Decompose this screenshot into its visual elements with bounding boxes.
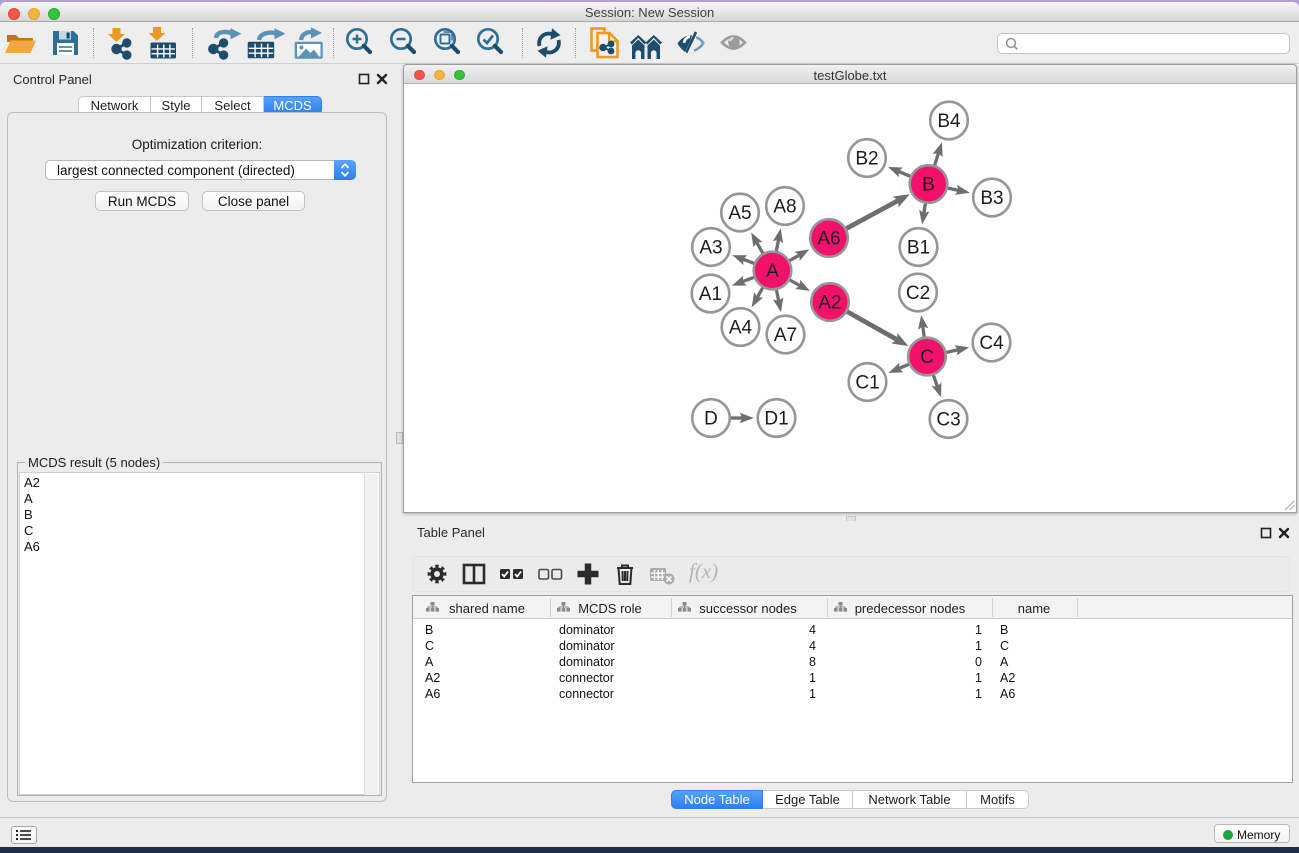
svg-text:B: B — [922, 175, 935, 196]
svg-text:A6: A6 — [817, 229, 840, 250]
svg-text:C3: C3 — [936, 410, 960, 431]
svg-text:A8: A8 — [773, 197, 796, 218]
svg-text:C4: C4 — [979, 333, 1004, 354]
svg-text:A: A — [766, 261, 779, 282]
svg-text:A7: A7 — [774, 325, 797, 346]
svg-text:A5: A5 — [728, 203, 751, 224]
svg-text:B1: B1 — [907, 238, 930, 259]
svg-text:A3: A3 — [699, 238, 722, 259]
svg-text:D1: D1 — [764, 409, 788, 430]
svg-text:B4: B4 — [937, 111, 961, 132]
svg-text:A2: A2 — [818, 293, 841, 314]
svg-text:B3: B3 — [980, 188, 1003, 209]
svg-text:D: D — [704, 409, 718, 430]
svg-text:C: C — [920, 347, 934, 368]
svg-text:B2: B2 — [855, 149, 878, 170]
svg-text:A4: A4 — [729, 318, 753, 339]
svg-text:A1: A1 — [699, 284, 722, 305]
svg-text:C1: C1 — [855, 373, 879, 394]
svg-text:C2: C2 — [906, 283, 930, 304]
